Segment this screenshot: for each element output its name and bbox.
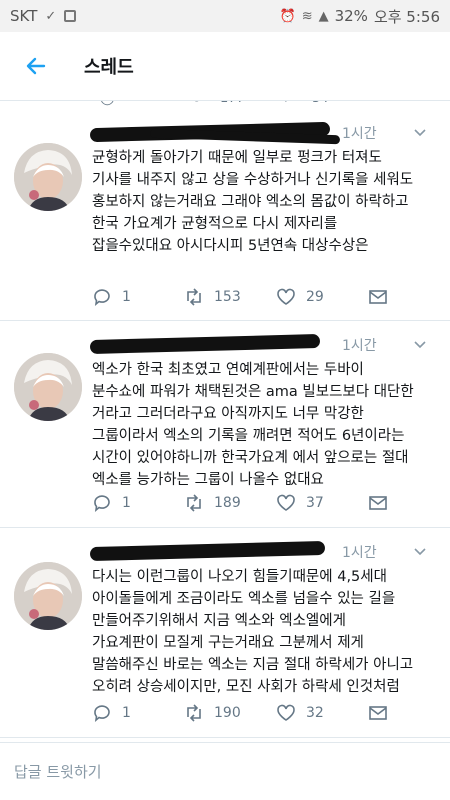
tweet-line: 분수쇼에 파워가 채택된것은 ama 빌보드보다 대단한 xyxy=(92,384,414,400)
direct-message-button[interactable] xyxy=(368,285,398,309)
retweet-button[interactable]: 190 xyxy=(184,701,276,725)
like-icon: ♡ xyxy=(280,101,292,106)
tweet-line: 아이돌들에게 조금이라도 엑소를 넘을수 있는 길을 xyxy=(92,591,396,607)
redaction-mark xyxy=(89,540,326,562)
retweet-button[interactable]: 153 xyxy=(184,285,276,309)
tweet-line: 엑소를 능가하는 그룹이 나올수 없대요 xyxy=(92,472,324,488)
retweet-icon xyxy=(187,494,201,512)
chevron-down-icon[interactable] xyxy=(413,337,427,351)
tweet-meta: 1시간 xyxy=(89,540,435,564)
tweet-actions: 1 189 37 xyxy=(92,491,398,515)
direct-message-button[interactable] xyxy=(368,701,398,725)
app-header: 스레드 xyxy=(0,32,450,100)
avatar[interactable] xyxy=(14,353,82,421)
previous-tweet-actions: ◯ ⟲ 177 ♡ 34 xyxy=(0,101,450,109)
status-bar: SKT ✓ ⏰ ≋ ▲ 32% 오후 5:56 xyxy=(0,0,450,32)
reply-button[interactable]: 1 xyxy=(92,285,184,309)
retweet-icon: ⟲ xyxy=(190,101,201,106)
thread-feed[interactable]: ◯ ⟲ 177 ♡ 34 1시간 균형하게 돌아가기 때문에 일 xyxy=(0,100,450,740)
retweet-icon xyxy=(187,288,201,306)
envelope-icon xyxy=(369,496,387,510)
envelope-icon xyxy=(369,706,387,720)
page-title: 스레드 xyxy=(84,57,134,78)
retweet-count: 177 xyxy=(220,101,245,106)
tweet-line: 기사를 내주지 않고 상을 수상하거나 신기록을 세워도 xyxy=(92,172,414,188)
profile-photo xyxy=(14,562,82,630)
signal-icon: ▲ xyxy=(318,8,329,24)
like-button[interactable]: 32 xyxy=(276,701,368,725)
battery-percent: 32% xyxy=(334,7,368,25)
direct-message-button[interactable] xyxy=(368,491,398,515)
tweet-text: 엑소가 한국 최초였고 연예계판에서는 두바이 분수쇼에 파워가 채택된것은 a… xyxy=(92,359,437,491)
tweet-line: 균형하게 돌아가기 때문에 일부로 펑크가 터져도 xyxy=(92,150,382,166)
tweet-line: 엑소가 한국 최초였고 연예계판에서는 두바이 xyxy=(92,362,364,378)
tweet-line: 만들어주기위해서 지금 엑소와 엑소엘에게 xyxy=(92,613,346,629)
like-button[interactable]: 29 xyxy=(276,285,368,309)
reply-count: 1 xyxy=(122,495,131,511)
retweet-count: 153 xyxy=(214,289,241,305)
retweet-button[interactable]: 189 xyxy=(184,491,276,515)
tweet-meta: 1시간 xyxy=(89,333,435,357)
alarm-icon: ⏰ xyxy=(279,8,296,24)
reply-icon: ◯ xyxy=(100,101,115,106)
like-count: 29 xyxy=(306,289,324,305)
reply-icon xyxy=(94,705,110,722)
tweet[interactable]: 1시간 균형하게 돌아가기 때문에 일부로 펑크가 터져도 기사를 내주지 않고… xyxy=(0,109,450,321)
tweet-line: 가요계판이 모질게 구는거래요 그분께서 제게 xyxy=(92,635,364,651)
gallery-icon xyxy=(64,10,77,22)
carrier-label: SKT xyxy=(10,7,38,25)
tweet-actions: 1 153 29 xyxy=(92,285,398,309)
reply-button[interactable]: 1 xyxy=(92,491,184,515)
tweet-line: 거라고 그러더라구요 아직까지도 너무 막강한 xyxy=(92,406,364,422)
tweet[interactable]: 1시간 엑소가 한국 최초였고 연예계판에서는 두바이 분수쇼에 파워가 채택된… xyxy=(0,321,450,528)
tweet-time: 1시간 xyxy=(342,545,377,561)
reply-input[interactable] xyxy=(14,762,434,781)
back-button[interactable] xyxy=(0,32,72,100)
reply-button[interactable]: 1 xyxy=(92,701,184,725)
reply-icon xyxy=(94,495,110,512)
chevron-down-icon[interactable] xyxy=(413,125,427,139)
tweet-text: 다시는 이런그룹이 나오기 힘들기때문에 4,5세대 아이돌들에게 조금이라도 … xyxy=(92,566,437,698)
tweet-line: 그룹이라서 엑소의 기록을 깨려면 적어도 6년이라는 xyxy=(92,428,405,444)
avatar[interactable] xyxy=(14,143,82,211)
reply-count: 1 xyxy=(122,705,131,721)
reply-icon xyxy=(94,289,110,306)
chevron-down-icon[interactable] xyxy=(413,544,427,558)
tweet-meta: 1시간 xyxy=(89,121,435,145)
tweet-text: 균형하게 돌아가기 때문에 일부로 펑크가 터져도 기사를 내주지 않고 상을 … xyxy=(92,147,437,257)
avatar[interactable] xyxy=(14,562,82,630)
heart-icon xyxy=(277,704,295,721)
profile-photo xyxy=(14,353,82,421)
tweet-line: 말씀해주신 바로는 엑소는 지금 절대 하락세가 아니고 xyxy=(92,657,414,673)
like-button[interactable]: 37 xyxy=(276,491,368,515)
arrow-left-icon xyxy=(26,57,46,75)
reply-composer xyxy=(0,742,450,800)
like-count: 37 xyxy=(306,495,324,511)
retweet-count: 189 xyxy=(214,495,241,511)
tweet-line: 오히려 상승세이지만, 모진 사회가 하락세 인것처럼 xyxy=(92,679,400,695)
tweet-time: 1시간 xyxy=(342,338,377,354)
tweet-actions: 1 190 32 xyxy=(92,701,398,725)
profile-photo xyxy=(14,143,82,211)
redaction-mark xyxy=(89,333,321,355)
envelope-icon xyxy=(369,290,387,304)
tweet-line: 한국 가요계가 균형적으로 다시 제자리를 xyxy=(92,216,338,232)
retweet-count: 190 xyxy=(214,705,241,721)
tweet[interactable]: 1시간 다시는 이런그룹이 나오기 힘들기때문에 4,5세대 아이돌들에게 조금… xyxy=(0,528,450,738)
notification-check-icon: ✓ xyxy=(45,8,57,24)
heart-icon xyxy=(277,494,295,511)
tweet-time: 1시간 xyxy=(342,126,377,142)
tweet-line: 시간이 있어야하니까 한국가요계 에서 앞으로는 절대 xyxy=(92,450,409,466)
like-count: 34 xyxy=(312,101,329,106)
tweet-line: 홍보하지 않는거래요 그래야 엑소의 몸값이 하락하고 xyxy=(92,194,409,210)
tweet-line: 잡을수있대요 아시다시피 5년연속 대상수상은 xyxy=(92,238,369,254)
wifi-icon: ≋ xyxy=(301,8,313,24)
retweet-icon xyxy=(187,704,201,722)
like-count: 32 xyxy=(306,705,324,721)
heart-icon xyxy=(277,288,295,305)
clock: 오후 5:56 xyxy=(373,7,440,26)
tweet-line: 다시는 이런그룹이 나오기 힘들기때문에 4,5세대 xyxy=(92,569,387,585)
reply-count: 1 xyxy=(122,289,131,305)
